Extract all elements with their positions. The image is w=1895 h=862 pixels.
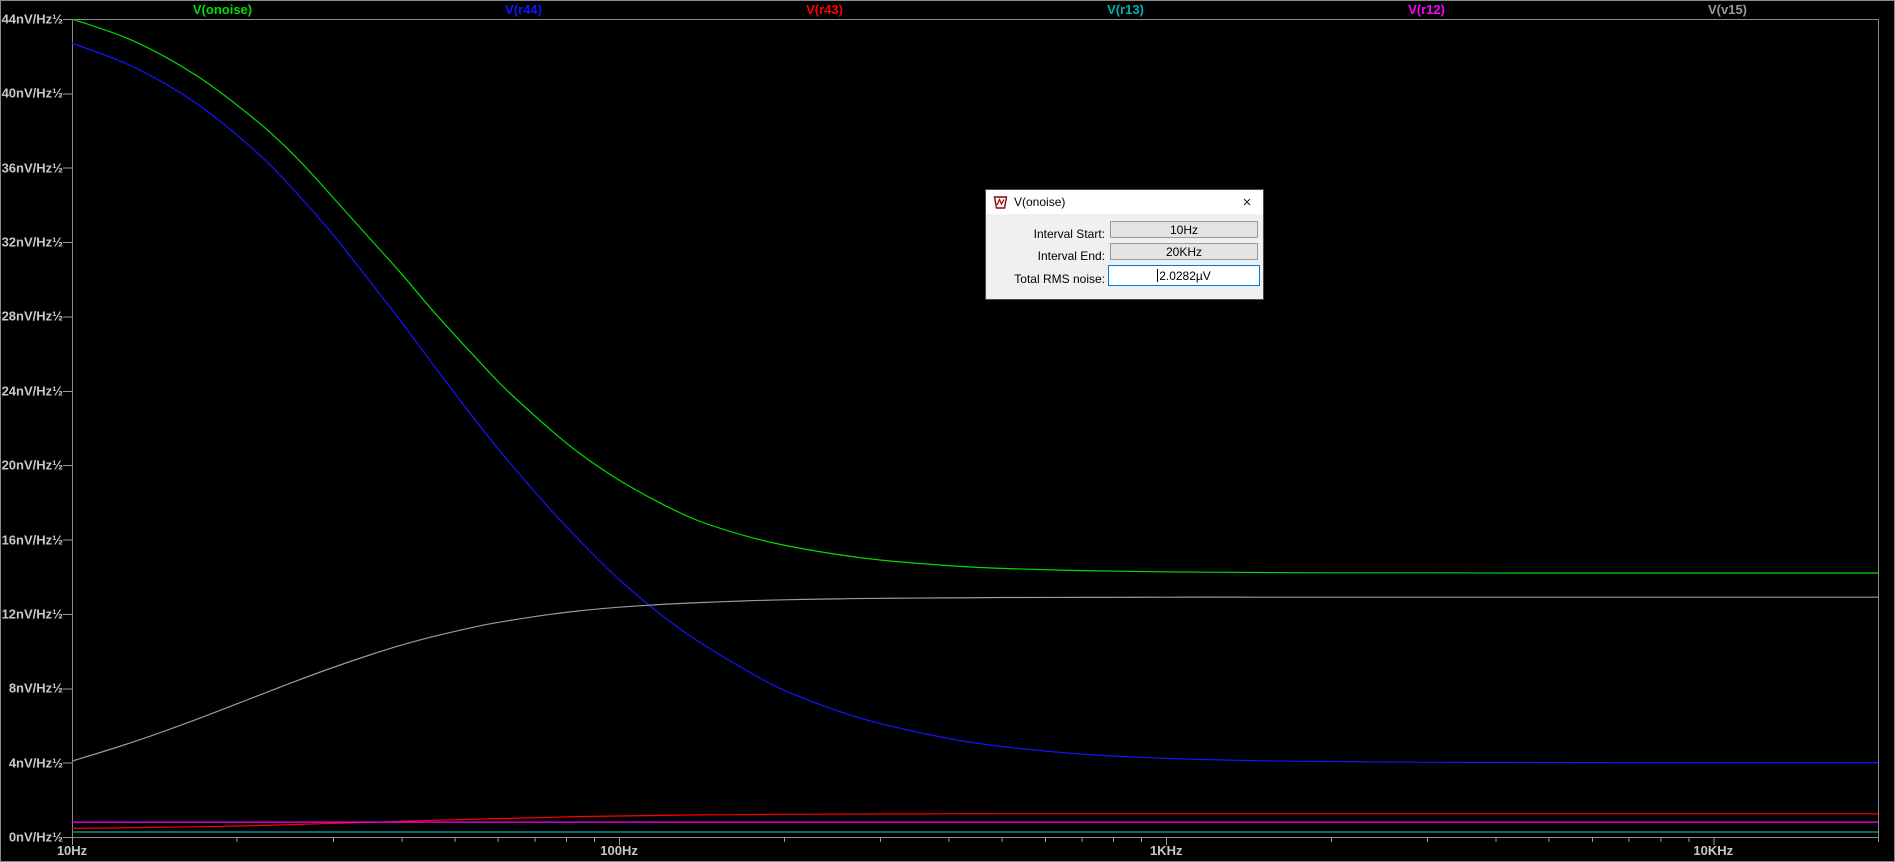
- total-rms-noise-label: Total RMS noise:: [1014, 272, 1105, 286]
- trace-v-v15-: [72, 596, 1878, 762]
- y-tick-label: 44nV/Hz½: [1, 11, 63, 27]
- y-tick-label: 24nV/Hz½: [1, 383, 63, 399]
- x-tick-label: 1KHz: [1149, 843, 1183, 858]
- y-tick-label: 8nV/Hz½: [8, 680, 63, 696]
- plot-pane-border: [72, 19, 1879, 838]
- x-tick-label: 100Hz: [600, 843, 638, 858]
- ltspice-window: V(onoise) V(r44) V(r43) V(r13) V(r12) V(v15) …: [0, 0, 1895, 862]
- trace-v-r44-: [72, 42, 1878, 764]
- y-tick-label: 0nV/Hz½: [8, 829, 63, 845]
- total-rms-noise-field[interactable]: 2.0282µV: [1108, 265, 1260, 286]
- dialog-title: V(onoise): [1014, 195, 1066, 209]
- y-tick-label: 4nV/Hz½: [8, 755, 63, 771]
- dialog-titlebar[interactable]: V(onoise) ×: [986, 190, 1263, 214]
- interval-start-field[interactable]: 10Hz: [1110, 221, 1258, 238]
- trace-v-onoise-: [72, 19, 1878, 574]
- x-tick-label: 10KHz: [1693, 843, 1734, 858]
- x-tick-label: 10Hz: [56, 843, 88, 858]
- noise-plot-canvas[interactable]: [1, 1, 1895, 862]
- interval-end-field[interactable]: 20KHz: [1110, 243, 1258, 260]
- y-tick-label: 40nV/Hz½: [1, 85, 63, 101]
- interval-start-label: Interval Start:: [1033, 227, 1105, 241]
- y-tick-label: 32nV/Hz½: [1, 234, 63, 250]
- noise-rms-dialog: V(onoise) × Interval Start: 10Hz Interva…: [985, 189, 1264, 300]
- text-caret: [1157, 269, 1159, 282]
- ltspice-icon: [993, 195, 1008, 209]
- y-tick-label: 36nV/Hz½: [1, 160, 63, 176]
- interval-end-label: Interval End:: [1037, 249, 1105, 263]
- y-tick-label: 20nV/Hz½: [1, 457, 63, 473]
- y-tick-label: 28nV/Hz½: [1, 308, 63, 324]
- trace-v-r43-: [72, 813, 1878, 829]
- y-tick-label: 16nV/Hz½: [1, 532, 63, 548]
- close-icon[interactable]: ×: [1231, 190, 1263, 214]
- y-tick-label: 12nV/Hz½: [1, 606, 63, 622]
